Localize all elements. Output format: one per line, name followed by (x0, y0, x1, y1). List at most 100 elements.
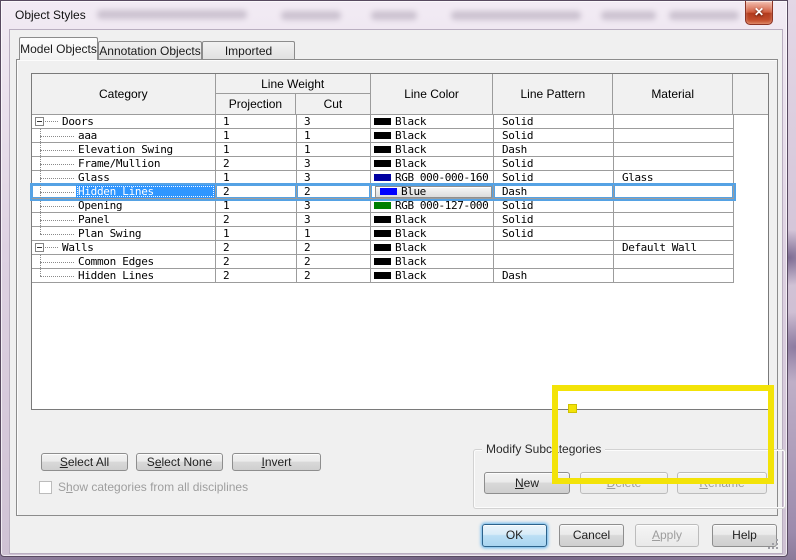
header-line-pattern[interactable]: Line Pattern (493, 74, 613, 114)
line-color-cell[interactable]: Black (371, 129, 494, 142)
projection-cell[interactable]: 2 (216, 213, 297, 226)
cut-cell[interactable]: 3 (297, 213, 371, 226)
category-cell[interactable]: Opening (32, 199, 216, 212)
header-projection[interactable]: Projection (216, 94, 296, 114)
resize-grip[interactable] (767, 538, 779, 550)
line-pattern-cell[interactable] (494, 241, 614, 254)
line-pattern-cell[interactable]: Solid (494, 227, 614, 240)
cut-cell[interactable]: 2 (297, 241, 371, 254)
grid-row[interactable]: Glass13RGB 000-000-160SolidGlass (32, 171, 734, 185)
cut-cell[interactable]: 3 (297, 115, 371, 128)
category-cell[interactable]: Frame/Mullion (32, 157, 216, 170)
header-line-color[interactable]: Line Color (371, 74, 494, 114)
line-color-cell[interactable]: Black (371, 255, 494, 268)
line-color-cell[interactable]: Black (371, 143, 494, 156)
line-color-cell[interactable]: Black (371, 227, 494, 240)
category-cell[interactable]: Common Edges (32, 255, 216, 268)
grid-row[interactable]: Panel23BlackSolid (32, 213, 734, 227)
line-pattern-cell[interactable]: Dash (494, 185, 614, 198)
material-cell[interactable] (614, 255, 734, 268)
grid-row[interactable]: Plan Swing11BlackSolid (32, 227, 734, 241)
line-pattern-cell[interactable]: Dash (494, 269, 614, 282)
line-pattern-cell[interactable]: Solid (494, 115, 614, 128)
material-cell[interactable] (614, 199, 734, 212)
invert-button[interactable]: Invert (232, 453, 321, 471)
material-cell[interactable] (614, 269, 734, 282)
line-color-cell[interactable]: Black (371, 269, 494, 282)
category-cell[interactable]: Panel (32, 213, 216, 226)
projection-cell[interactable]: 1 (216, 129, 297, 142)
tree-expander-icon[interactable] (35, 117, 44, 126)
line-color-cell[interactable]: RGB 000-000-160 (371, 171, 494, 184)
projection-cell[interactable]: 1 (216, 171, 297, 184)
line-color-cell[interactable]: Black (371, 241, 494, 254)
grid-row[interactable]: Frame/Mullion23BlackSolid (32, 157, 734, 171)
grid-row[interactable]: Opening13RGB 000-127-000Solid (32, 199, 734, 213)
category-cell[interactable]: Plan Swing (32, 227, 216, 240)
projection-cell[interactable]: 1 (216, 115, 297, 128)
tab-annotation-objects[interactable]: Annotation Objects (98, 41, 202, 60)
cut-cell[interactable]: 2 (297, 255, 371, 268)
apply-button[interactable]: Apply (635, 524, 699, 547)
cut-cell[interactable]: 3 (297, 171, 371, 184)
line-color-cell[interactable]: Black (371, 213, 494, 226)
category-cell[interactable]: Hidden Lines (32, 185, 216, 198)
cancel-button[interactable]: Cancel (559, 524, 624, 547)
projection-cell[interactable]: 2 (216, 255, 297, 268)
material-cell[interactable] (614, 185, 734, 198)
new-button[interactable]: New (484, 472, 570, 494)
rename-button[interactable]: Rename (677, 472, 767, 494)
delete-button[interactable]: Delete (580, 472, 668, 494)
header-line-weight[interactable]: Line Weight (216, 74, 370, 94)
cut-cell[interactable]: 3 (297, 199, 371, 212)
line-color-cell[interactable]: Blue (371, 185, 494, 198)
header-category[interactable]: Category (32, 74, 216, 114)
category-cell[interactable]: Walls (32, 241, 216, 254)
cut-cell[interactable]: 1 (297, 227, 371, 240)
category-cell[interactable]: Doors (32, 115, 216, 128)
category-cell[interactable]: Hidden Lines (32, 269, 216, 282)
material-cell[interactable]: Glass (614, 171, 734, 184)
projection-cell[interactable]: 1 (216, 143, 297, 156)
material-cell[interactable] (614, 213, 734, 226)
tab-model-objects[interactable]: Model Objects (19, 37, 98, 60)
category-cell[interactable]: aaa (32, 129, 216, 142)
grid-row[interactable]: Common Edges22Black (32, 255, 734, 269)
material-cell[interactable] (614, 115, 734, 128)
line-pattern-cell[interactable]: Dash (494, 143, 614, 156)
projection-cell[interactable]: 2 (216, 185, 297, 198)
header-material[interactable]: Material (613, 74, 733, 114)
material-cell[interactable] (614, 129, 734, 142)
ok-button[interactable]: OK (482, 524, 547, 547)
color-picker-button[interactable]: Blue (375, 186, 492, 198)
line-pattern-cell[interactable]: Solid (494, 157, 614, 170)
category-cell[interactable]: Elevation Swing (32, 143, 216, 156)
grid-row[interactable]: Elevation Swing11BlackDash (32, 143, 734, 157)
cut-cell[interactable]: 2 (297, 185, 371, 198)
projection-cell[interactable]: 1 (216, 227, 297, 240)
projection-cell[interactable]: 2 (216, 269, 297, 282)
cut-cell[interactable]: 3 (297, 157, 371, 170)
tree-expander-icon[interactable] (35, 243, 44, 252)
select-none-button[interactable]: Select None (136, 453, 223, 471)
grid-row[interactable]: aaa11BlackSolid (32, 129, 734, 143)
cut-cell[interactable]: 1 (297, 129, 371, 142)
grid-row[interactable]: Hidden Lines22BlueDash (32, 185, 734, 199)
material-cell[interactable]: Default Wall (614, 241, 734, 254)
title-bar[interactable]: Object Styles (1, 1, 787, 29)
line-color-cell[interactable]: Black (371, 115, 494, 128)
material-cell[interactable] (614, 227, 734, 240)
material-cell[interactable] (614, 157, 734, 170)
line-pattern-cell[interactable]: Solid (494, 213, 614, 226)
grid-row[interactable]: Walls22BlackDefault Wall (32, 241, 734, 255)
line-pattern-cell[interactable]: Solid (494, 129, 614, 142)
line-color-cell[interactable]: Black (371, 157, 494, 170)
tab-imported-objects[interactable]: Imported Objects (202, 41, 295, 60)
close-icon[interactable]: ✕ (745, 1, 773, 25)
grid-row[interactable]: Doors13BlackSolid (32, 115, 734, 129)
show-categories-checkbox[interactable] (39, 481, 52, 494)
material-cell[interactable] (614, 143, 734, 156)
projection-cell[interactable]: 2 (216, 241, 297, 254)
projection-cell[interactable]: 1 (216, 199, 297, 212)
line-color-cell[interactable]: RGB 000-127-000 (371, 199, 494, 212)
